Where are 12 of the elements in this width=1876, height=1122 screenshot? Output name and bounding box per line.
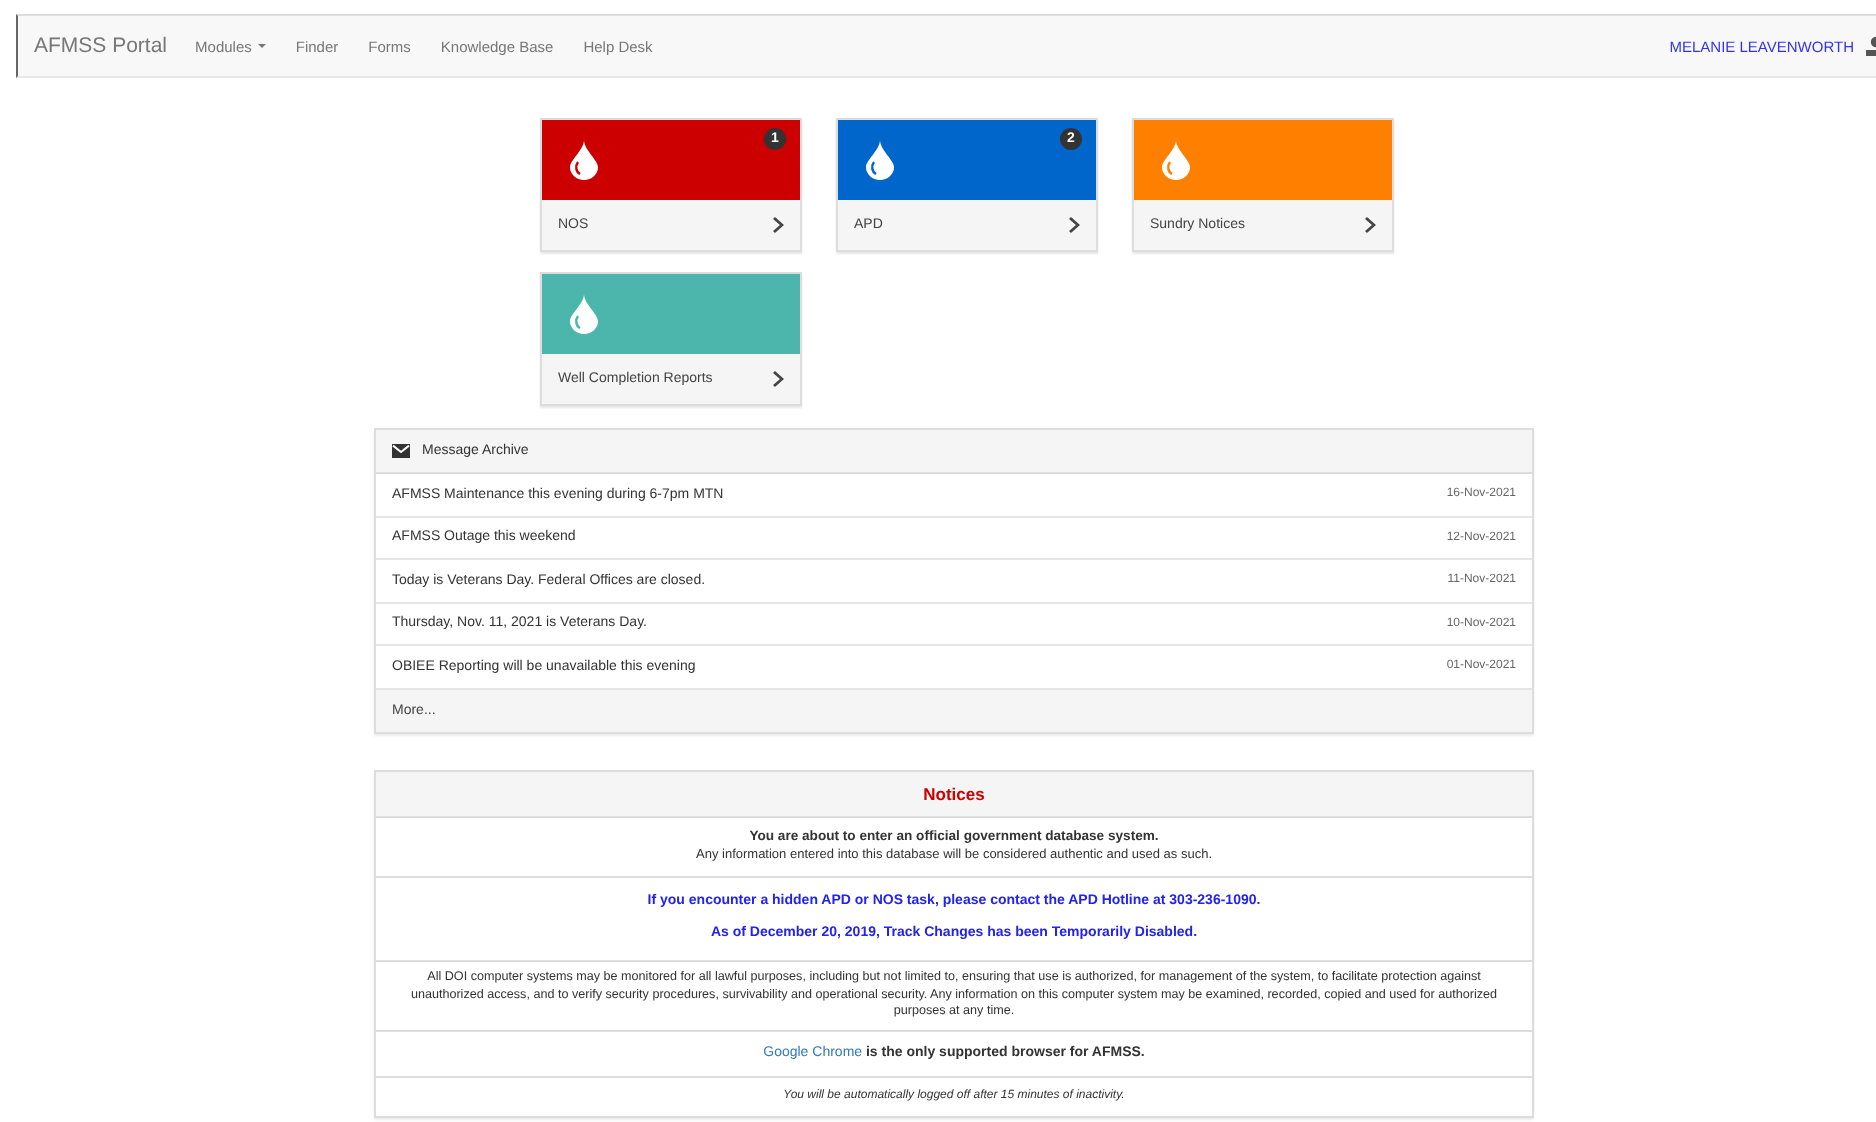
droplet-icon [570, 294, 598, 334]
chevron-icon [772, 216, 784, 234]
droplet-icon [866, 140, 894, 180]
user-icon[interactable] [1864, 34, 1876, 58]
chevron-icon [1068, 216, 1080, 234]
chevron-icon [772, 370, 784, 388]
droplet-icon [570, 140, 598, 180]
chevron-icon [1364, 216, 1376, 234]
brand-link[interactable]: AFMSS Portal [34, 34, 168, 58]
notices-title: Notices [376, 771, 1532, 817]
droplet-icon [1162, 140, 1190, 180]
envelope-icon [392, 444, 410, 458]
